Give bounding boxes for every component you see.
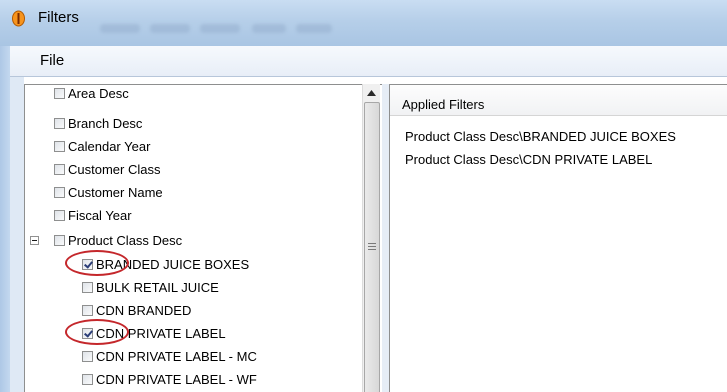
tree-child-item[interactable]: CDN PRIVATE LABEL - MC (82, 345, 257, 367)
tree-item[interactable]: Branch Desc (54, 112, 142, 134)
tree-item[interactable]: Area Desc (54, 85, 129, 104)
applied-filters-header-label: Applied Filters (402, 97, 485, 112)
tree-item-label: BULK RETAIL JUICE (96, 279, 219, 295)
tree-item[interactable]: Customer Class (54, 158, 160, 180)
window-frame (0, 46, 10, 392)
tree-item-label: Area Desc (68, 85, 129, 101)
tree-item[interactable]: Customer Name (54, 181, 163, 203)
checkbox[interactable] (54, 163, 65, 175)
checkbox[interactable] (82, 304, 93, 316)
applied-filter-item[interactable]: Product Class Desc\CDN PRIVATE LABEL (405, 152, 652, 167)
applied-filters-panel: Applied Filters Product Class Desc\BRAND… (389, 84, 727, 392)
tree-item-label: CDN PRIVATE LABEL - MC (96, 348, 257, 364)
checkbox[interactable] (82, 350, 93, 362)
filters-window: Filters File Area Desc Branch Desc Calen… (0, 0, 727, 392)
tree-item[interactable]: Fiscal Year (54, 204, 132, 226)
tree-item-label: Customer Name (68, 184, 163, 200)
tree-child-item[interactable]: BRANDED JUICE BOXES (82, 253, 249, 275)
checkbox[interactable] (54, 209, 65, 221)
menu-bar: File (10, 46, 727, 77)
title-bar[interactable]: Filters (0, 0, 727, 46)
tree-child-item[interactable]: CDN PRIVATE LABEL - WF (82, 368, 257, 390)
tree-item-label: CDN PRIVATE LABEL (96, 325, 226, 341)
checkbox[interactable] (54, 140, 65, 152)
checkbox[interactable] (54, 87, 65, 99)
tree-child-item[interactable]: BULK RETAIL JUICE (82, 276, 219, 298)
tree-scrollbar[interactable] (362, 84, 380, 392)
app-icon (12, 10, 25, 27)
arrow-up-icon (367, 89, 376, 96)
checkbox[interactable] (54, 234, 65, 246)
tree-item-label: Product Class Desc (68, 232, 183, 248)
tree-item[interactable]: Product Class Desc (54, 229, 182, 251)
checkbox-checked[interactable] (82, 327, 93, 339)
tree-item-label: CDN BRANDED (96, 302, 192, 318)
tree-child-item[interactable]: CDN PRIVATE LABEL (82, 322, 226, 344)
tree-item-label: Calendar Year (68, 138, 151, 154)
collapse-toggle-icon[interactable] (30, 236, 39, 245)
window-frame-inner (10, 76, 24, 392)
panel-splitter[interactable] (382, 84, 389, 392)
checkbox[interactable] (54, 117, 65, 129)
tree-item-label: CDN PRIVATE LABEL - WF (96, 371, 257, 387)
tree-child-item[interactable]: CDN BRANDED (82, 299, 191, 321)
checkbox[interactable] (82, 281, 93, 293)
scroll-thumb[interactable] (364, 102, 380, 392)
tree-item-label: Customer Class (68, 161, 161, 177)
checkbox[interactable] (82, 373, 93, 385)
field-tree[interactable]: Area Desc Branch Desc Calendar Year Cust… (24, 84, 383, 392)
applied-filter-item[interactable]: Product Class Desc\BRANDED JUICE BOXES (405, 129, 676, 144)
tree-item[interactable]: Calendar Year (54, 135, 150, 157)
tree-item-label: Fiscal Year (68, 207, 132, 223)
applied-filters-header[interactable]: Applied Filters (390, 85, 727, 116)
window-title: Filters (38, 9, 79, 26)
tree-item-label: BRANDED JUICE BOXES (96, 256, 250, 272)
checkbox[interactable] (54, 186, 65, 198)
checkbox-checked[interactable] (82, 258, 93, 270)
scroll-up-button[interactable] (363, 84, 380, 101)
menu-file[interactable]: File (40, 52, 64, 69)
tree-item-label: Branch Desc (68, 115, 143, 131)
